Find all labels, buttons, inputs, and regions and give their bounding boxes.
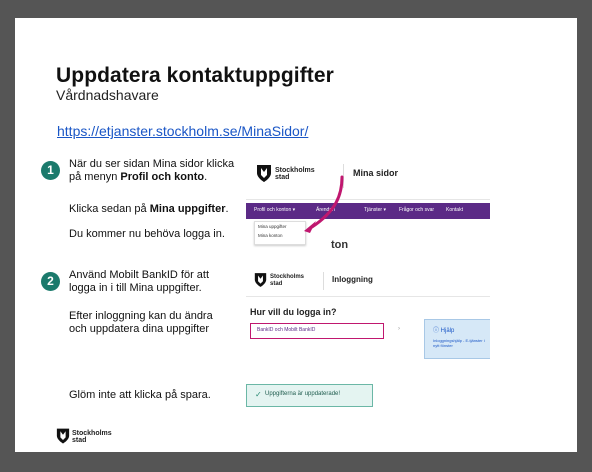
shot1-nav-kontakt[interactable]: Kontakt	[446, 207, 463, 213]
shot1-nav-tjanster[interactable]: Tjänster ▾	[364, 207, 386, 213]
help-title: ⓘ Hjälp	[433, 328, 455, 334]
footer-logo-line1: Stockholms	[72, 430, 112, 437]
shot1-nav-bar: Profil och konton ▾ Ärenden Tjänster ▾ F…	[246, 203, 490, 219]
shot2-divider	[323, 272, 324, 290]
step-1-line-2-post: .	[225, 203, 229, 215]
mina-sidor-link[interactable]: https://etjanster.stockholm.se/MinaSidor…	[57, 123, 308, 139]
success-message-box: ✓ Uppgifterna är uppdaterade!	[246, 384, 373, 407]
shot1-logo-line1: Stockholms	[275, 167, 315, 174]
stockholm-crest-icon	[254, 273, 267, 287]
step-2-badge: 2	[41, 272, 60, 291]
slide: Uppdatera kontaktuppgifter Vårdnadshavar…	[15, 18, 577, 452]
shot1-header: Stockholms stad Mina sidor	[246, 155, 490, 200]
step-1-line-2-pre: Klicka sedan på	[69, 203, 150, 215]
shot1-header-title: Mina sidor	[353, 168, 399, 178]
shot2-logo-text: Stockholms stad	[270, 274, 304, 288]
shot2-question: Hur vill du logga in?	[250, 307, 337, 317]
step-2-line-2b: och uppdatera dina uppgifter	[69, 323, 210, 335]
stockholm-crest-icon	[56, 428, 70, 444]
success-message: Uppgifterna är uppdaterade!	[265, 391, 341, 397]
screenshot-mina-sidor: Stockholms stad Mina sidor Profil och ko…	[246, 155, 490, 263]
step-1-text-2: Klicka sedan på Mina uppgifter.	[69, 203, 229, 216]
step-2-line-2a: Efter inloggning kan du ändra	[69, 310, 213, 322]
pointer-arrow-icon	[304, 175, 344, 233]
shot2-logo-line2: stad	[270, 281, 283, 287]
help-text: Inloggningshjälp - E-tjänster i nytt fön…	[433, 338, 485, 348]
stockholm-crest-icon	[257, 165, 271, 182]
step-1-badge: 1	[41, 161, 60, 180]
login-method-value: BankID och Mobilt BankID	[257, 327, 316, 333]
step-2-text-1: Använd Mobilt BankID för att logga in i …	[69, 269, 209, 295]
screenshot-inloggning: Stockholms stad Inloggning Hur vill du l…	[246, 266, 490, 374]
step-1-text-3: Du kommer nu behöva logga in.	[69, 228, 225, 240]
footer-logo-text: Stockholms stad	[72, 430, 112, 444]
step-1-text-1: När du ser sidan Mina sidor klicka på me…	[69, 158, 234, 184]
step-2-text-2: Efter inloggning kan du ändra och uppdat…	[69, 310, 213, 336]
login-method-select[interactable]: BankID och Mobilt BankID	[250, 323, 384, 339]
footer-logo-line2: stad	[72, 437, 87, 444]
step-1-line-2-bold: Mina uppgifter	[149, 203, 226, 215]
step-1-line-1b-bold: Profil och konto	[120, 171, 205, 183]
check-icon: ✓	[255, 390, 262, 399]
step-1-line-1b-pre: på menyn	[69, 171, 121, 183]
page-subtitle: Vårdnadshavare	[56, 87, 159, 103]
chevron-right-icon: ›	[398, 326, 400, 332]
shot2-header: Stockholms stad Inloggning	[246, 266, 490, 297]
step-3-text: Glöm inte att klicka på spara.	[69, 389, 211, 401]
step-2-line-1b: logga in i till Mina uppgifter.	[69, 282, 202, 294]
shot2-logo-line1: Stockholms	[270, 274, 305, 280]
step-2-line-1a: Använd Mobilt BankID för att	[69, 269, 210, 281]
shot2-header-title: Inloggning	[332, 275, 373, 284]
step-1-line-1a: När du ser sidan Mina sidor klicka	[69, 158, 235, 170]
shot1-nav-fragor[interactable]: Frågor och svar	[399, 207, 434, 213]
step-1-line-1b-post: .	[204, 171, 208, 183]
page-title: Uppdatera kontaktuppgifter	[56, 64, 334, 87]
shot1-page-heading: ton	[331, 239, 349, 251]
help-box[interactable]: ⓘ Hjälp Inloggningshjälp - E-tjänster i …	[424, 319, 490, 359]
